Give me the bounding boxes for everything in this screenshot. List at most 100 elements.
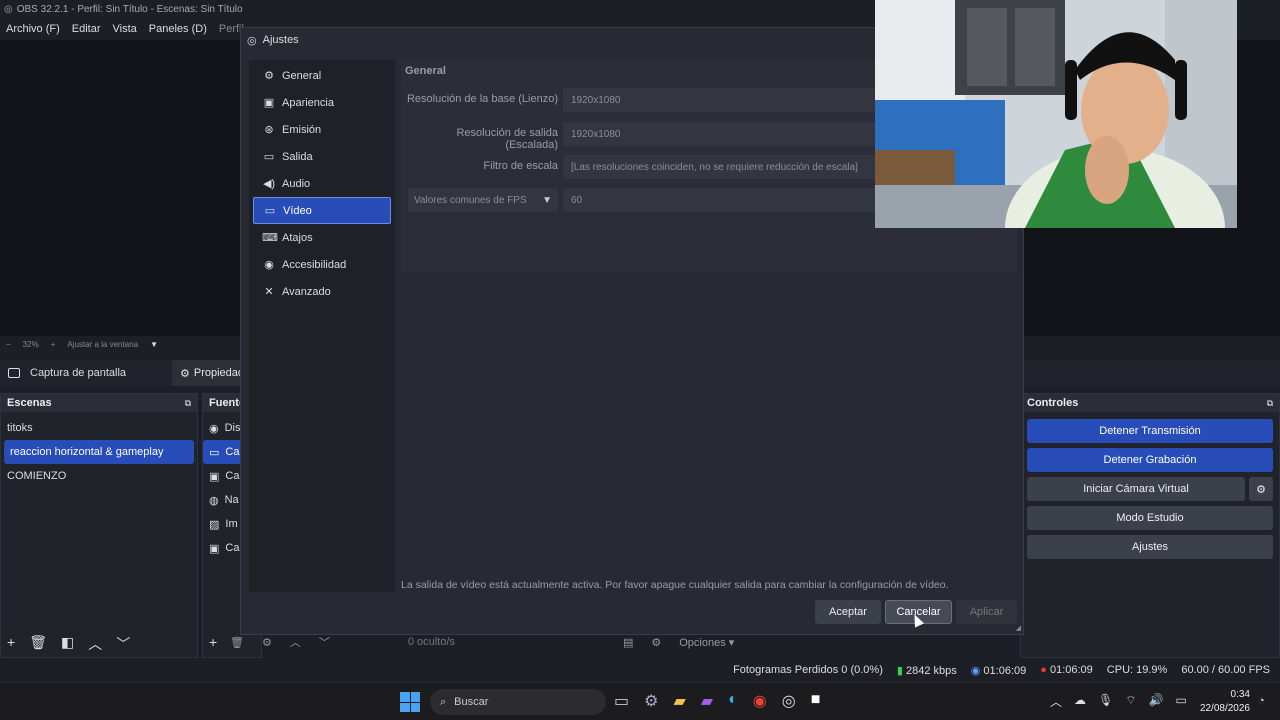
window-title: OBS 32.2.1 - Perfil: Sin Título - Escena… [16,3,243,15]
status-bar: Fotogramas Perdidos 0 (0.0%) ▮ 2842 kbps… [0,658,1280,682]
nav-general[interactable]: ⚙ General [253,62,391,89]
scenes-title: Escenas [7,397,52,409]
browser-icon: ◍ [209,494,219,507]
edge-icon[interactable]: ◐ [728,691,738,711]
nav-video[interactable]: ▭ Vídeo [253,197,391,224]
start-virtual-camera-button[interactable]: Iniciar Cámara Virtual [1027,477,1245,501]
record-time: ● 01:06:09 [1040,664,1093,676]
chevron-down-icon[interactable]: ﹀ [116,634,130,654]
options-button[interactable]: Opciones ▾ [679,636,734,649]
accept-button[interactable]: Aceptar [815,600,881,624]
start-button[interactable] [400,692,420,712]
scene-item-selected[interactable]: reaccion horizontal & gameplay [4,440,194,464]
obs-logo-icon: ◎ [4,3,13,15]
studio-mode-button[interactable]: Modo Estudio [1027,506,1273,530]
chevron-up-icon[interactable]: ︿ [290,634,301,650]
record-icon: ● [1040,664,1047,676]
fps-type-select[interactable]: Valores comunes de FPS ▼ [408,188,558,212]
task-view-icon[interactable]: ▭ [614,691,629,711]
settings-button[interactable]: Ajustes [1027,535,1273,559]
scenes-header: Escenas ⧉ [1,394,197,412]
onedrive-icon[interactable]: ☁ [1074,693,1086,710]
nav-atajos[interactable]: ⌨ Atajos [253,224,391,251]
image-icon: ▨ [209,518,220,531]
scale-filter-label: Filtro de escala [483,160,558,172]
nav-salida[interactable]: ▭ Salida [253,143,391,170]
obs-app-icon[interactable]: ◎ [782,691,796,711]
zoom-dropdown-icon[interactable]: ▼ [150,340,158,349]
menu-paneles[interactable]: Paneles (D) [149,23,207,35]
capcut-icon[interactable]: ■ [811,691,821,711]
obs-logo-icon: ◎ [247,34,257,47]
battery-icon[interactable]: ▭ [1175,693,1186,710]
controls-header: Controles ⧉ [1021,394,1279,412]
scenes-toolbar: + 🗑 ◧ ︿ ﹀ [7,634,130,654]
base-resolution-label: Resolución de la base (Lienzo) [406,93,558,105]
section-title: General [405,65,446,77]
search-icon: ⌕ [440,695,447,708]
trash-icon[interactable]: 🗑 [230,636,244,649]
clock-time: 0:34 [1230,689,1250,700]
notifications-icon[interactable]: ◔ [1258,695,1265,707]
os-taskbar: ⌕ Buscar ▭ ⚙ ▰ ▰ ◐ ◉ ◎ ■ ︿ ☁ 🎙 ⌔ 🔊 ▭ 0:3… [0,682,1280,720]
stop-streaming-button[interactable]: Detener Transmisión [1027,419,1273,443]
menu-archivo[interactable]: Archivo (F) [6,23,60,35]
resize-grip-icon[interactable]: ◢ [1016,624,1021,632]
fps-readout: 60.00 / 60.00 FPS [1181,664,1270,676]
clipchamp-icon[interactable]: ▰ [701,691,713,711]
mixer-icon[interactable]: ⚙ [651,636,661,649]
zoom-in-button[interactable]: + [51,340,56,349]
nav-avanzado[interactable]: ✕ Avanzado [253,278,391,305]
gear-icon: ⚙ [1256,483,1266,496]
trash-icon[interactable]: 🗑 [29,634,47,654]
nav-apariencia[interactable]: ▣ Apariencia [253,89,391,116]
palette-icon: ▣ [263,97,275,109]
chevron-up-icon[interactable]: ︿ [88,634,102,654]
scene-item[interactable]: titoks [1,416,197,440]
nav-accesibilidad[interactable]: ◉ Accesibilidad [253,251,391,278]
tools-icon: ✕ [264,286,274,298]
layout-icon[interactable]: ▤ [623,636,633,649]
zoom-out-button[interactable]: − [6,340,11,349]
undock-icon[interactable]: ⧉ [185,398,191,409]
menu-vista[interactable]: Vista [113,23,137,35]
gear-icon[interactable]: ⚙ [262,636,272,649]
chevron-up-icon[interactable]: ︿ [1050,693,1062,710]
nav-audio[interactable]: ◀) Audio [253,170,391,197]
webcam-image [875,0,1237,228]
broadcast-icon: ⊛ [264,124,274,136]
output-resolution-label: Resolución de salida (Escalada) [456,127,558,151]
properties-button[interactable]: ⚙ Propiedades [172,360,242,386]
menu-editar[interactable]: Editar [72,23,101,35]
stop-recording-button[interactable]: Detener Grabación [1027,448,1273,472]
filter-icon[interactable]: ◧ [61,634,74,654]
volume-icon[interactable]: 🔊 [1149,693,1164,710]
dropped-frames: Fotogramas Perdidos 0 (0.0%) [733,664,883,676]
sources-bottom-toolbar: 🗑 ⚙ ︿ ﹀ 0 oculto/s ▤ ⚙ Opciones ▾ [230,634,790,650]
keyboard-icon: ⌨ [262,232,278,244]
zoom-value: 32% [22,339,39,349]
settings-sidebar: ⚙ General ▣ Apariencia ⊛ Emisión ▭ Salida ◀)… [249,60,395,592]
virtual-camera-settings-button[interactable]: ⚙ [1249,477,1273,501]
wifi-icon[interactable]: ⌔ [1125,693,1136,710]
chrome-icon[interactable]: ◉ [753,691,767,711]
fit-window-button[interactable]: Ajustar a la ventana [67,340,138,349]
microphone-icon[interactable]: 🎙 [1098,693,1113,710]
scene-item[interactable]: COMIENZO [1,464,197,488]
signal-icon: ▮ [896,664,903,677]
cpu-usage: CPU: 19.9% [1106,664,1168,676]
controls-dock: Controles ⧉ Detener Transmisión Detener … [1020,393,1280,658]
chevron-down-icon[interactable]: ﹀ [319,634,330,650]
gear-icon: ⚙ [180,367,190,380]
file-explorer-icon[interactable]: ▰ [673,691,685,711]
scenes-dock: Escenas ⧉ titoks reaccion horizontal & g… [0,393,198,658]
accessibility-icon: ◉ [264,259,274,271]
add-icon[interactable]: + [7,634,15,654]
taskbar-clock[interactable]: 0:34 22/08/2026 [1190,688,1250,716]
nav-emision[interactable]: ⊛ Emisión [253,116,391,143]
undock-icon[interactable]: ⧉ [1267,398,1273,409]
settings-app-icon[interactable]: ⚙ [644,691,658,711]
add-icon[interactable]: + [209,634,217,650]
apply-button[interactable]: Aplicar [956,600,1017,624]
taskbar-search[interactable]: ⌕ Buscar [430,689,606,715]
